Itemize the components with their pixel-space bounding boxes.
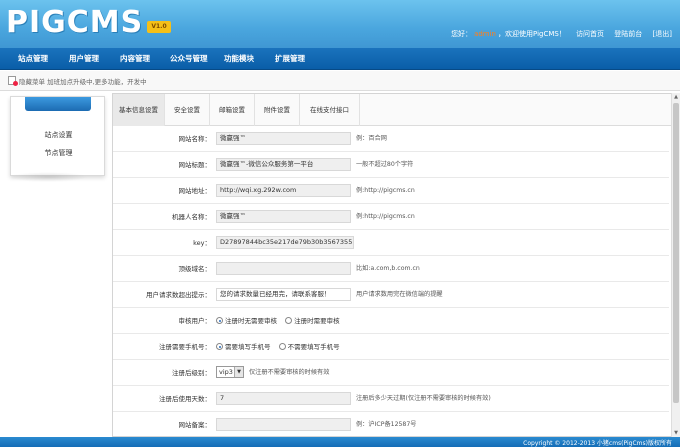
scrollbar-thumb[interactable] xyxy=(673,103,679,403)
radio-icon[interactable] xyxy=(216,317,223,324)
site-name-input[interactable]: 微赢强™ xyxy=(216,132,351,145)
user-bar: 您好： admin ，欢迎使用PigCMS！ 访问首页 登陆前台 [退出] xyxy=(451,29,672,39)
row-request-limit: 用户请求数超出提示： 您的请求数量已经用完，请联系客服！ 用户请求数用完在微信端… xyxy=(113,282,669,308)
version-badge: V1.0 xyxy=(147,21,171,33)
hint-icp: 例：沪ICP备12587号 xyxy=(356,421,417,428)
radio-no-audit[interactable]: 注册时无需要审核 xyxy=(216,317,277,325)
scroll-down-icon[interactable]: ▼ xyxy=(672,429,680,437)
vertical-scrollbar[interactable]: ▲ ▼ xyxy=(671,93,680,437)
greeting-suffix: ，欢迎使用PigCMS！ xyxy=(498,30,566,38)
tab-email[interactable]: 邮箱设置 xyxy=(210,94,255,126)
label-site-url: 网站地址： xyxy=(178,187,212,195)
label-key: key： xyxy=(193,239,211,247)
row-audit-user: 审核用户： 注册时无需要审核 注册时需要审核 xyxy=(113,308,669,334)
site-url-input[interactable]: http://wqi.xg.292w.com xyxy=(216,184,351,197)
nav-extensions[interactable]: 扩展管理 xyxy=(275,48,305,70)
radio-no-phone[interactable]: 不需要填写手机号 xyxy=(278,343,340,351)
row-need-phone: 注册需要手机号： 需要填写手机号 不需要填写手机号 xyxy=(113,334,669,360)
settings-panel: 基本信息设置 安全设置 邮箱设置 附件设置 在线支付接口 网站名称： 微赢强™ … xyxy=(112,93,672,437)
hint-site-url: 例:http://pigcms.cn xyxy=(356,187,415,194)
hint-robot-name: 例:http://pigcms.cn xyxy=(356,213,415,220)
icp-input[interactable] xyxy=(216,418,351,431)
hint-reg-days: 注册后多少天过期(仅注册不需要审核的时候有效) xyxy=(356,395,491,402)
label-audit-user: 审核用户： xyxy=(178,317,212,325)
tab-payment[interactable]: 在线支付接口 xyxy=(300,94,360,126)
tab-attachment[interactable]: 附件设置 xyxy=(255,94,300,126)
logo: PIGCMS xyxy=(6,5,144,40)
row-site-url: 网站地址： http://wqi.xg.292w.com 例:http://pi… xyxy=(113,178,669,204)
label-request-limit: 用户请求数超出提示： xyxy=(146,291,211,299)
greeting-prefix: 您好： xyxy=(451,30,473,38)
link-frontend[interactable]: 登陆前台 xyxy=(614,30,642,38)
link-home[interactable]: 访问首页 xyxy=(576,30,604,38)
label-reg-days: 注册后使用天数： xyxy=(159,395,211,403)
bind-domain-input[interactable] xyxy=(216,262,351,275)
radio-icon[interactable] xyxy=(278,343,286,350)
hint-site-title: 一般不超过80个字符 xyxy=(356,161,414,168)
radio-icon[interactable] xyxy=(216,343,223,350)
sidebar-item-site-settings[interactable]: 站点设置 xyxy=(11,130,106,140)
notice-bar: 隐藏菜单 加班加点升级中,更多功能，开发中 xyxy=(0,71,680,91)
need-phone-radios: 需要填写手机号 不需要填写手机号 xyxy=(216,334,346,360)
tab-security[interactable]: 安全设置 xyxy=(165,94,210,126)
label-need-phone: 注册需要手机号： xyxy=(159,343,211,351)
radio-need-phone[interactable]: 需要填写手机号 xyxy=(216,343,271,351)
row-reg-level: 注册后级别： vip3 ▼ 仅注册不需要审核的时候有效 xyxy=(113,360,669,386)
nav-content-manage[interactable]: 内容管理 xyxy=(120,48,150,70)
reg-level-select[interactable]: vip3 ▼ xyxy=(216,366,244,378)
label-site-title: 网站标题： xyxy=(178,161,212,169)
label-site-name: 网站名称： xyxy=(178,135,212,143)
audit-user-radios: 注册时无需要审核 注册时需要审核 xyxy=(216,308,346,334)
radio-icon[interactable] xyxy=(285,317,293,324)
sidebar-header xyxy=(25,97,91,111)
request-limit-input[interactable]: 您的请求数量已经用完，请联系客服！ xyxy=(216,288,351,301)
menu-toggle-icon[interactable] xyxy=(8,76,18,86)
hint-bind-domain: 比如:a.com,b.com.cn xyxy=(356,265,420,272)
key-input[interactable]: D27897844bc35e217de79b30b3567355 xyxy=(216,236,354,249)
sidebar-item-node-manage[interactable]: 节点管理 xyxy=(11,148,106,158)
copyright: Copyright © 2012-2013 小猪cms(PigCms)版权所有 xyxy=(523,440,672,447)
site-title-input[interactable]: 微赢强™-微信公众服务第一平台 xyxy=(216,158,351,171)
row-icp: 网站备案： 例：沪ICP备12587号 xyxy=(113,412,669,436)
reg-days-input[interactable]: 7 xyxy=(216,392,351,405)
main-nav: 站点管理 用户管理 内容管理 公众号管理 功能模块 扩展管理 xyxy=(0,48,680,70)
label-bind-domain: 顶级域名： xyxy=(178,265,212,273)
link-logout[interactable]: [退出] xyxy=(653,30,672,38)
nav-site-manage[interactable]: 站点管理 xyxy=(18,48,48,70)
nav-user-manage[interactable]: 用户管理 xyxy=(69,48,99,70)
username: admin xyxy=(474,30,496,38)
row-robot-name: 机器人名称： 微赢强™ 例:http://pigcms.cn xyxy=(113,204,669,230)
tab-bar: 基本信息设置 安全设置 邮箱设置 附件设置 在线支付接口 xyxy=(113,94,671,126)
hint-site-name: 例：百合网 xyxy=(356,135,387,142)
sidebar-shadow xyxy=(8,172,88,182)
hint-reg-level: 仅注册不需要审核的时候有效 xyxy=(249,369,330,376)
row-bind-domain: 顶级域名： 比如:a.com,b.com.cn xyxy=(113,256,669,282)
robot-name-input[interactable]: 微赢强™ xyxy=(216,210,351,223)
row-key: key： D27897844bc35e217de79b30b3567355 xyxy=(113,230,669,256)
sidebar: 站点设置 节点管理 xyxy=(10,96,105,176)
header: PIGCMS V1.0 您好： admin ，欢迎使用PigCMS！ 访问首页 登陆… xyxy=(0,0,680,48)
tab-basic[interactable]: 基本信息设置 xyxy=(113,94,165,126)
footer: Copyright © 2012-2013 小猪cms(PigCms)版权所有 xyxy=(0,437,680,447)
nav-account-manage[interactable]: 公众号管理 xyxy=(170,48,208,70)
notice-text: 隐藏菜单 加班加点升级中,更多功能，开发中 xyxy=(19,78,147,86)
row-reg-days: 注册后使用天数： 7 注册后多少天过期(仅注册不需要审核的时候有效) xyxy=(113,386,669,412)
row-site-name: 网站名称： 微赢强™ 例：百合网 xyxy=(113,126,669,152)
label-robot-name: 机器人名称： xyxy=(172,213,211,221)
label-icp: 网站备案： xyxy=(178,421,212,429)
nav-modules[interactable]: 功能模块 xyxy=(224,48,254,70)
label-reg-level: 注册后级别： xyxy=(172,369,211,377)
row-site-title: 网站标题： 微赢强™-微信公众服务第一平台 一般不超过80个字符 xyxy=(113,152,669,178)
hint-request-limit: 用户请求数用完在微信端的提醒 xyxy=(356,291,443,298)
scroll-up-icon[interactable]: ▲ xyxy=(672,93,680,101)
radio-need-audit[interactable]: 注册时需要审核 xyxy=(285,317,340,325)
chevron-down-icon[interactable]: ▼ xyxy=(234,367,243,377)
